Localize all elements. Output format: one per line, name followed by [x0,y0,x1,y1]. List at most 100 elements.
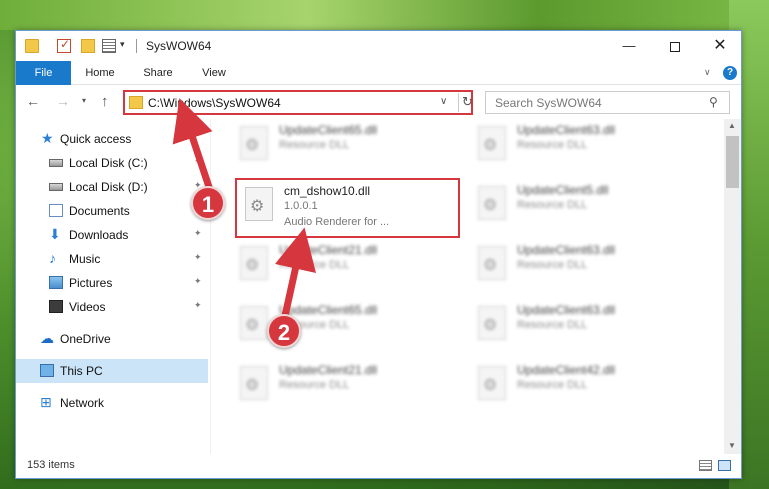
list-item[interactable]: UpdateClient63.dll Resource DLL [470,299,695,359]
folder-icon[interactable] [25,39,39,53]
tab-view[interactable]: View [194,61,234,85]
scroll-down-icon[interactable]: ▼ [728,441,736,450]
dll-file-icon [245,187,273,221]
sidebar-item-label: Videos [69,300,106,314]
sidebar-item-documents[interactable]: Documents ✦ [16,199,208,223]
list-item[interactable]: UpdateClient42.dll Resource DLL [470,359,695,419]
close-button[interactable]: ✕ [697,31,743,61]
back-arrow-icon[interactable]: ← [26,93,40,109]
list-item[interactable]: UpdateClient65.dll Resource DLL [232,119,457,179]
title-divider [136,39,137,53]
sidebar-item-label: Local Disk (C:) [69,156,148,170]
details-view-icon[interactable] [699,460,712,471]
status-bar: 153 items [16,454,741,478]
dll-file-icon [478,186,506,220]
pictures-icon [49,276,63,289]
file-type: Resource DLL [279,259,350,271]
file-type: Resource DLL [517,379,588,391]
tab-home[interactable]: Home [78,61,122,85]
search-input[interactable]: Search SysWOW64 ⚲ [485,91,730,114]
file-type: Resource DLL [279,139,350,151]
dll-file-icon [478,126,506,160]
list-item[interactable]: UpdateClient21.dll Resource DLL [232,239,457,299]
highlighted-file-item[interactable]: cm_dshow10.dll 1.0.0.1 Audio Renderer fo… [235,178,460,238]
sidebar-item-this-pc[interactable]: This PC [16,359,208,383]
file-name: cm_dshow10.dll [284,184,371,198]
cloud-icon: ☁ [40,330,54,346]
sidebar-item-pictures[interactable]: Pictures ✦ [16,271,208,295]
sidebar-item-local-disk-d[interactable]: Local Disk (D:) ✦ [16,175,208,199]
star-icon: ★ [41,130,54,146]
help-icon[interactable]: ? [723,66,737,80]
up-arrow-icon[interactable]: ↑ [101,93,109,110]
file-name: UpdateClient21.dll [279,243,378,257]
minimize-button[interactable]: — [606,31,652,61]
chevron-down-icon[interactable]: ∨ [704,67,711,78]
properties-check-icon[interactable] [57,37,71,53]
tab-share[interactable]: Share [136,61,180,85]
chevron-down-icon[interactable]: ∨ [440,96,447,107]
pane-divider[interactable] [210,119,211,454]
maximize-button[interactable] [652,31,698,61]
list-item[interactable]: UpdateClient5.dll Resource DLL [470,179,695,239]
address-bar[interactable]: C:\Windows\SysWOW64 ∨ ↻ [123,90,473,115]
sidebar-item-label: Quick access [60,132,132,146]
sidebar-item-label: This PC [60,364,103,378]
sidebar-item-quick-access[interactable]: ★ Quick access [16,127,208,151]
file-name: UpdateClient63.dll [517,303,616,317]
dll-file-icon [240,246,268,280]
address-path[interactable]: C:\Windows\SysWOW64 [148,96,281,110]
dll-file-icon [240,126,268,160]
file-type: Resource DLL [517,199,588,211]
tiles-view-icon[interactable] [718,460,731,471]
sidebar-item-label: OneDrive [60,332,111,346]
forward-arrow-icon[interactable]: → [56,93,70,109]
pin-icon[interactable]: ✦ [194,252,202,263]
list-item[interactable]: UpdateClient21.dll Resource DLL [232,359,457,419]
dll-file-icon [478,246,506,280]
sidebar-item-label: Pictures [69,276,113,290]
sidebar-item-music[interactable]: ♪ Music ✦ [16,247,208,271]
sidebar-item-videos[interactable]: Videos ✦ [16,295,208,319]
tab-file[interactable]: File [16,61,71,85]
list-item[interactable]: UpdateClient63.dll Resource DLL [470,119,695,179]
file-type: Resource DLL [517,319,588,331]
sidebar-item-onedrive[interactable]: ☁ OneDrive [16,327,208,351]
explorer-window: ▾ SysWOW64 — ✕ File Home Share View ∨ ? … [15,30,742,479]
file-version: 1.0.0.1 [284,200,318,212]
search-icon[interactable]: ⚲ [709,95,718,109]
navigation-pane: ★ Quick access Local Disk (C:) ✦ Local D… [16,119,211,454]
file-name: UpdateClient5.dll [517,183,609,197]
scroll-thumb[interactable] [726,136,739,188]
computer-icon [40,364,54,377]
list-item[interactable]: UpdateClient63.dll Resource DLL [470,239,695,299]
list-item[interactable]: UpdateClient65.dll Resource DLL [232,299,457,359]
dll-file-icon [240,306,268,340]
scroll-up-icon[interactable]: ▲ [728,121,736,130]
file-name: UpdateClient21.dll [279,363,378,377]
file-type: Resource DLL [517,139,588,151]
folder-icon [129,96,143,109]
sidebar-item-label: Downloads [69,228,129,242]
ribbon-tabs: File Home Share View ∨ ? [16,61,741,85]
pin-icon[interactable]: ✦ [194,300,202,311]
recent-locations-icon[interactable]: ▾ [82,96,86,105]
dll-file-icon [478,306,506,340]
sidebar-item-downloads[interactable]: ⬇ Downloads ✦ [16,223,208,247]
vertical-scrollbar[interactable]: ▲ ▼ [724,119,741,454]
properties-icon[interactable] [102,39,116,53]
sidebar-item-network[interactable]: ⊞ Network [16,391,208,415]
new-folder-icon[interactable] [81,39,95,53]
address-divider [458,93,459,112]
sidebar-item-local-disk-c[interactable]: Local Disk (C:) ✦ [16,151,208,175]
pin-icon[interactable]: ✦ [194,276,202,287]
step-2-badge: 2 [267,314,301,348]
file-type: Resource DLL [279,379,350,391]
navigation-bar: ← → ▾ ↑ C:\Windows\SysWOW64 ∨ ↻ Search S… [16,86,741,118]
item-count: 153 items [27,459,75,471]
customize-toolbar-icon[interactable]: ▾ [120,39,125,50]
pin-icon[interactable]: ✦ [194,228,202,239]
pin-icon[interactable]: ✦ [194,156,202,167]
file-type: Resource DLL [517,259,588,271]
refresh-icon[interactable]: ↻ [462,94,473,110]
